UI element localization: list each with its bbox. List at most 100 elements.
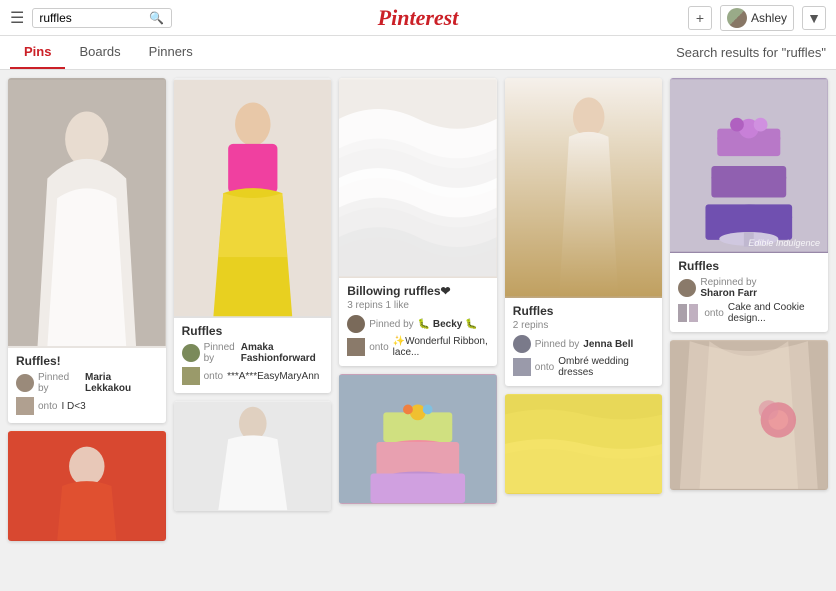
pinner-name[interactable]: Jenna Bell <box>583 339 633 350</box>
board-name[interactable]: I D<3 <box>61 401 85 412</box>
pinner-name[interactable]: 🐛 Becky 🐛 <box>418 319 478 330</box>
onto-label: onto <box>369 342 388 353</box>
pin-onto-row: onto Cake and Cookie design... <box>678 302 820 324</box>
pinner-avatar <box>678 279 696 297</box>
main-content: Ruffles! Pinned by Maria Lekkakou onto I… <box>0 70 836 549</box>
pin-image-svg <box>670 340 828 490</box>
pin-info: Ruffles Pinned by Amaka Fashionforward o… <box>174 318 332 393</box>
pinned-by-label: Pinned by <box>535 339 579 350</box>
pinner-name[interactable]: Maria Lekkakou <box>85 372 158 394</box>
pin-image <box>8 431 166 541</box>
pinner-avatar <box>513 335 531 353</box>
search-box: 🔍 <box>32 8 172 28</box>
pin-user-row: Pinned by Amaka Fashionforward <box>182 342 324 364</box>
onto-label: onto <box>535 362 554 373</box>
pin-title: Billowing ruffles❤ <box>347 284 489 298</box>
pin-image-svg <box>339 78 497 278</box>
board-name[interactable]: Ombré wedding dresses <box>558 356 654 378</box>
avatar <box>727 8 747 28</box>
pin-onto-row: onto I D<3 <box>16 397 158 415</box>
board-thumb <box>347 338 365 356</box>
board-name[interactable]: ✨Wonderful Ribbon, lace... <box>393 336 489 358</box>
header: ☰ 🔍 Pinterest + Ashley ▼ <box>0 0 836 36</box>
pinned-by-label: Pinned by <box>204 342 237 364</box>
pin-card[interactable] <box>505 394 663 494</box>
right-featured-card[interactable]: Edible Indulgence Ruffles Repinned by Sh… <box>670 78 828 332</box>
search-results-label: Search results for "ruffles" <box>676 45 826 60</box>
pin-columns: Ruffles! Pinned by Maria Lekkakou onto I… <box>8 78 828 541</box>
column-4: Ruffles 2 repins Pinned by Jenna Bell on… <box>505 78 663 541</box>
onto-label: onto <box>704 308 723 319</box>
onto-label: onto <box>38 401 57 412</box>
user-name-label: Ashley <box>751 11 787 25</box>
pin-info: Ruffles! Pinned by Maria Lekkakou onto I… <box>8 348 166 423</box>
pin-title: Ruffles! <box>16 354 158 368</box>
pin-card[interactable] <box>174 401 332 511</box>
add-button[interactable]: + <box>688 6 712 30</box>
pin-image <box>505 78 663 298</box>
pin-image <box>8 78 166 348</box>
pin-user-row: Pinned by Maria Lekkakou <box>16 372 158 394</box>
pinner-name[interactable]: Amaka Fashionforward <box>241 342 323 364</box>
pin-image <box>339 374 497 504</box>
repinned-by-label: Repinned by <box>700 277 757 288</box>
search-input[interactable] <box>39 11 149 25</box>
pin-card[interactable] <box>339 374 497 504</box>
pin-info: Ruffles 2 repins Pinned by Jenna Bell on… <box>505 298 663 386</box>
logo: Pinterest <box>378 5 459 31</box>
board-name[interactable]: ***A***EasyMaryAnn <box>227 371 319 382</box>
search-icon[interactable]: 🔍 <box>149 11 164 25</box>
board-thumb <box>16 397 34 415</box>
pin-image <box>339 78 497 278</box>
pin-meta: 2 repins <box>513 320 655 331</box>
board-name[interactable]: Cake and Cookie design... <box>728 302 820 324</box>
tab-pinners[interactable]: Pinners <box>135 36 207 69</box>
pinner-avatar <box>182 344 200 362</box>
tabs-bar: Pins Boards Pinners Search results for "… <box>0 36 836 70</box>
board-thumb <box>182 367 200 385</box>
user-menu[interactable]: Ashley <box>720 5 794 31</box>
pinner-avatar <box>347 315 365 333</box>
featured-image-svg <box>670 78 828 253</box>
pin-card[interactable]: Ruffles 2 repins Pinned by Jenna Bell on… <box>505 78 663 386</box>
onto-label: onto <box>204 371 223 382</box>
pin-card[interactable] <box>8 431 166 541</box>
pin-image <box>174 78 332 318</box>
pin-image-svg <box>505 394 663 494</box>
pin-card[interactable]: Ruffles Pinned by Amaka Fashionforward o… <box>174 78 332 393</box>
menu-icon[interactable]: ☰ <box>10 8 24 28</box>
column-1: Ruffles! Pinned by Maria Lekkakou onto I… <box>8 78 166 541</box>
pin-onto-row: onto Ombré wedding dresses <box>513 356 655 378</box>
header-right: + Ashley ▼ <box>688 5 826 31</box>
pin-title: Ruffles <box>513 304 655 318</box>
pin-card[interactable]: Ruffles! Pinned by Maria Lekkakou onto I… <box>8 78 166 423</box>
notification-button[interactable]: ▼ <box>802 6 826 30</box>
pin-image <box>505 394 663 494</box>
tab-boards[interactable]: Boards <box>65 36 134 69</box>
repinned-by-row: Repinned by Sharon Farr <box>678 277 820 299</box>
pin-user-row: Pinned by Jenna Bell <box>513 335 655 353</box>
pin-title: Ruffles <box>678 259 820 273</box>
pin-image-svg <box>8 431 166 541</box>
pin-image-svg <box>174 401 332 511</box>
pin-card[interactable]: Billowing ruffles❤ 3 repins 1 like Pinne… <box>339 78 497 366</box>
pin-info: Billowing ruffles❤ 3 repins 1 like Pinne… <box>339 278 497 366</box>
pin-meta: 3 repins 1 like <box>347 300 489 311</box>
pinned-by-label: Pinned by <box>369 319 413 330</box>
repinner-name[interactable]: Sharon Farr <box>700 288 757 299</box>
pin-image-svg <box>339 374 497 504</box>
tab-pins[interactable]: Pins <box>10 36 65 69</box>
pinner-avatar <box>16 374 34 392</box>
pin-image-svg <box>8 78 166 348</box>
pin-image-svg <box>505 78 663 298</box>
pin-title: Ruffles <box>182 324 324 338</box>
pin-onto-row: onto ✨Wonderful Ribbon, lace... <box>347 336 489 358</box>
column-5: Edible Indulgence Ruffles Repinned by Sh… <box>670 78 828 541</box>
pin-image-svg <box>174 78 332 318</box>
pin-card[interactable] <box>670 340 828 490</box>
board-thumb <box>513 358 531 376</box>
pin-info: Ruffles Repinned by Sharon Farr <box>670 253 828 332</box>
pin-image <box>174 401 332 511</box>
pinned-by-label: Pinned by <box>38 372 81 394</box>
column-2: Ruffles Pinned by Amaka Fashionforward o… <box>174 78 332 541</box>
